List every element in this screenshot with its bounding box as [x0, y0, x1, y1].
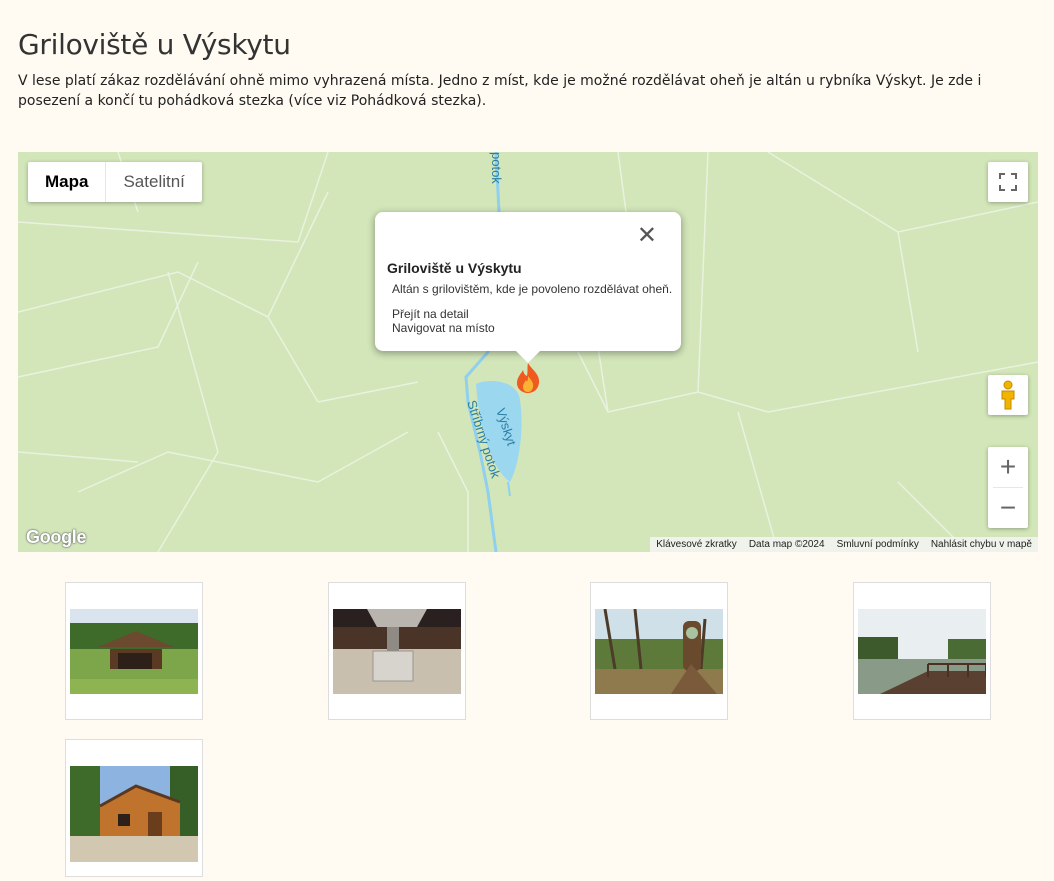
intro-body: V lese platí zákaz rozdělávání ohně mimo… [18, 73, 982, 109]
map-data-credit: Data map ©2024 [748, 539, 825, 550]
close-icon[interactable]: ✕ [637, 224, 657, 248]
carving-photo [595, 609, 723, 694]
zoom-in-button[interactable]: + [988, 447, 1028, 487]
map-type-map[interactable]: Mapa [28, 162, 107, 202]
intro-tail: ). [476, 93, 487, 109]
map[interactable]: potok Stříbrný potok Výskyt Mapa Satelit… [18, 152, 1038, 552]
map-type-satellite[interactable]: Satelitní [106, 162, 201, 202]
map-type-control: Mapa Satelitní [28, 162, 202, 202]
gazebo-photo [70, 609, 198, 694]
gallery-photo-grill[interactable] [328, 582, 466, 720]
pegman-icon [1001, 380, 1015, 410]
info-window: ✕ Griloviště u Výskytu Altán s grilovišt… [375, 212, 681, 363]
page-title: Griloviště u Výskytu [18, 28, 291, 61]
street-view-pegman[interactable] [988, 375, 1028, 415]
zoom-control: + − [988, 447, 1028, 528]
gallery-photo-cabin[interactable] [65, 739, 203, 877]
info-window-title: Griloviště u Výskytu [387, 260, 522, 276]
report-error-link[interactable]: Nahlásit chybu v mapě [925, 537, 1038, 552]
google-logo[interactable]: Google [26, 527, 87, 548]
grill-photo [333, 609, 461, 694]
detail-link[interactable]: Přejít na detail [392, 307, 469, 321]
cabin-photo [70, 766, 198, 862]
fairy-trail-link[interactable]: Pohádková stezka [351, 93, 477, 109]
zoom-out-button[interactable]: − [988, 488, 1028, 528]
pier-photo [858, 609, 986, 694]
intro-text: V lese platí zákaz rozdělávání ohně mimo… [18, 71, 1038, 111]
terms-link[interactable]: Smluvní podmínky [831, 537, 925, 552]
fullscreen-button[interactable] [988, 162, 1028, 202]
stream-label-top: potok [489, 152, 504, 184]
gallery-photo-pier[interactable] [853, 582, 991, 720]
keyboard-shortcuts-link[interactable]: Klávesové zkratky [650, 537, 743, 552]
gallery-photo-carving[interactable] [590, 582, 728, 720]
fire-icon[interactable] [514, 362, 542, 394]
map-attribution: Klávesové zkratky Data map ©2024 Smluvní… [650, 537, 1038, 552]
gallery-photo-gazebo[interactable] [65, 582, 203, 720]
navigate-link[interactable]: Navigovat na místo [392, 321, 495, 335]
fullscreen-icon [999, 173, 1017, 191]
info-window-description: Altán s grilovištěm, kde je povoleno roz… [392, 282, 673, 296]
